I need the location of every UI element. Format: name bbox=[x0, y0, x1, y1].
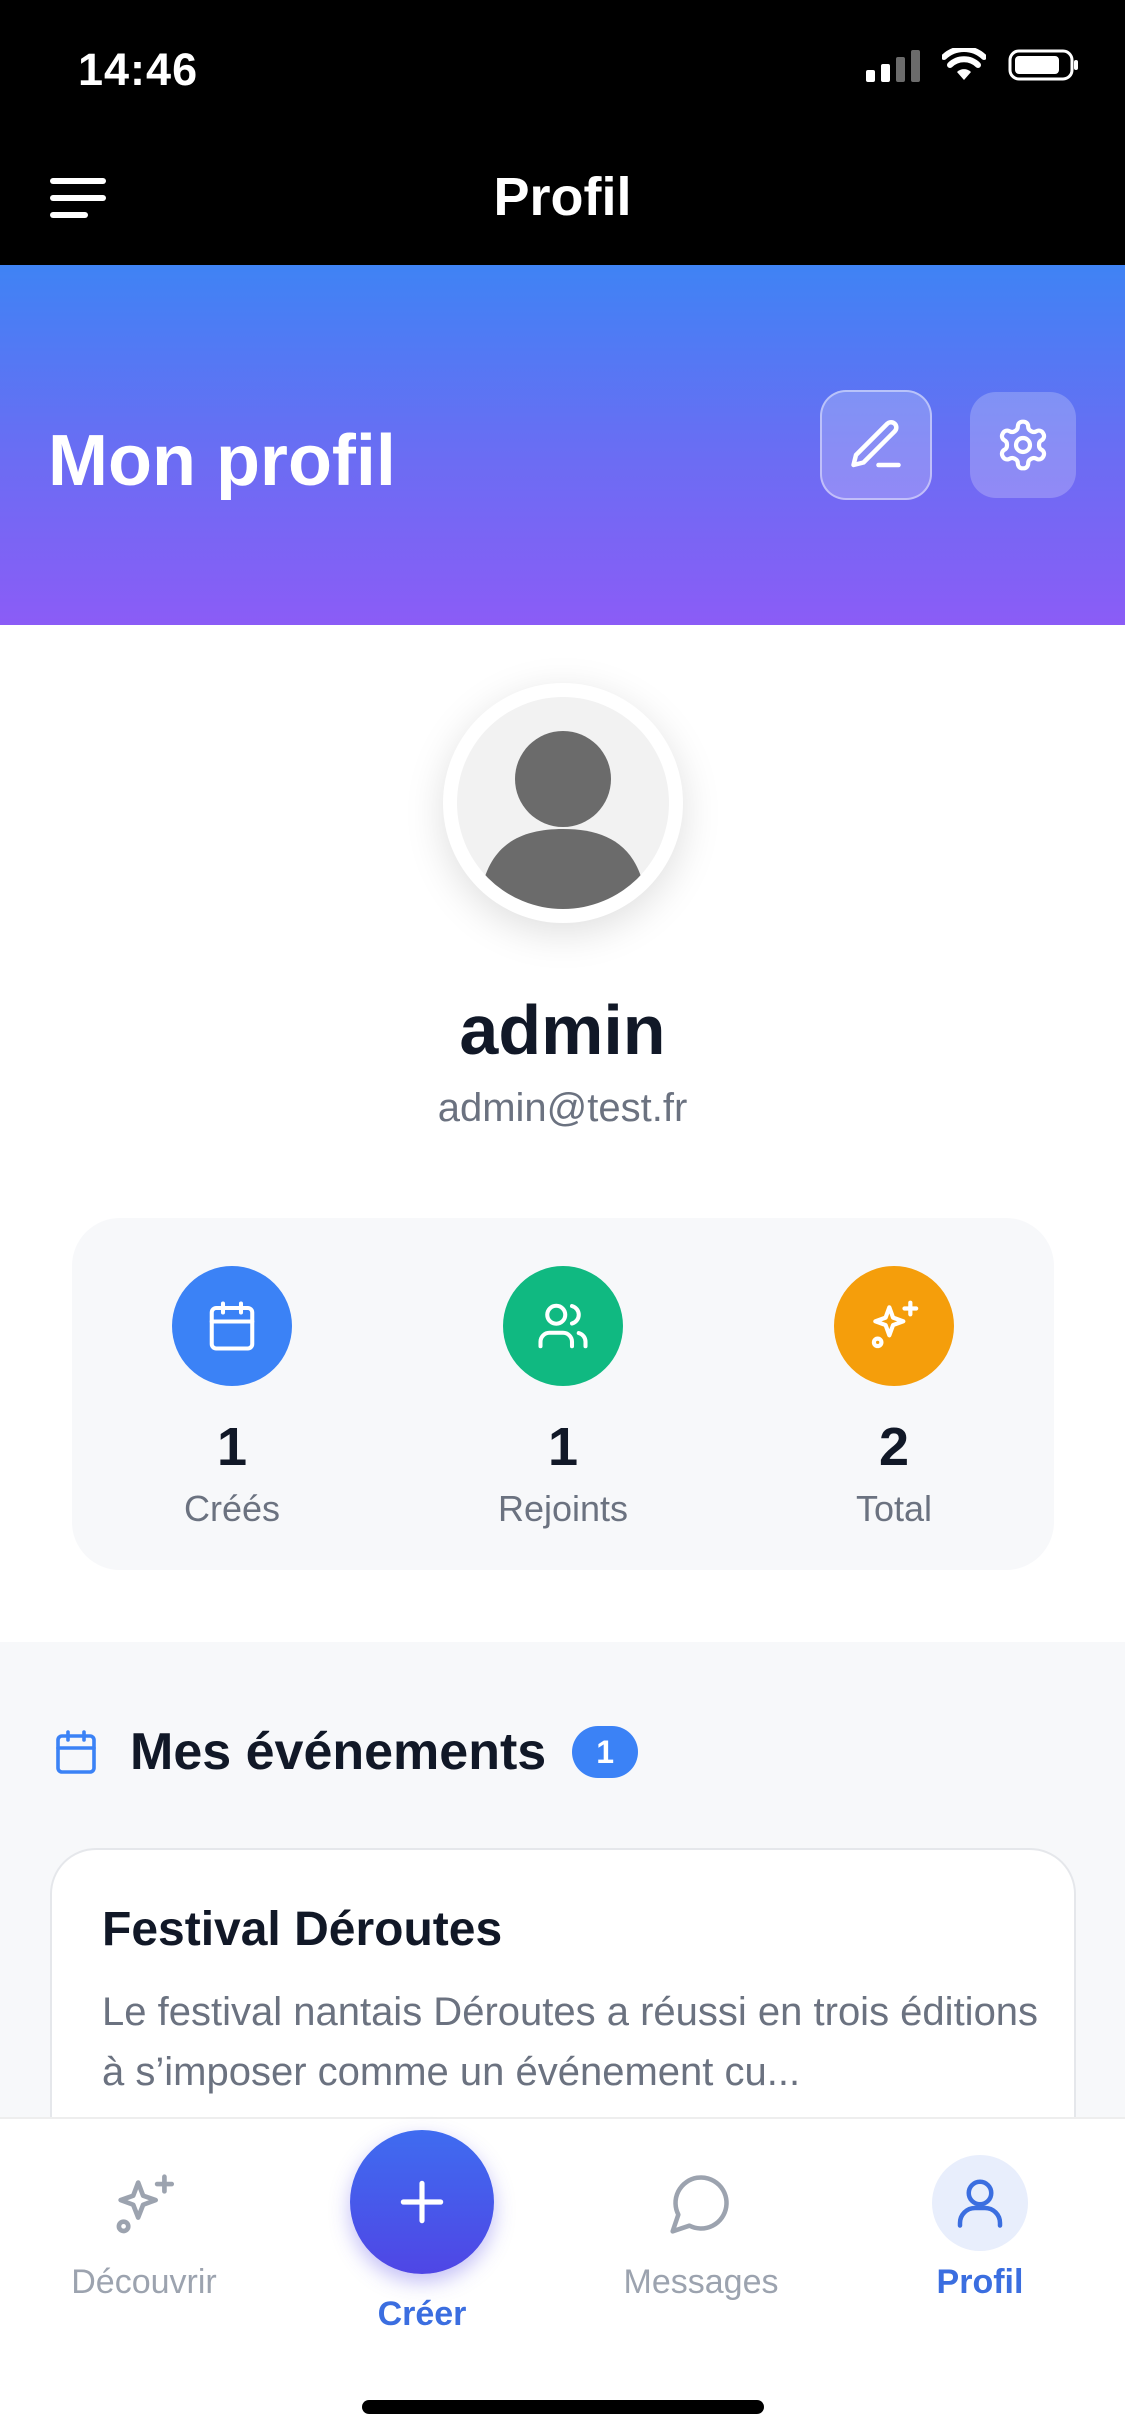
stat-circle bbox=[172, 1266, 292, 1386]
stat-total[interactable]: 2 Total bbox=[784, 1266, 1004, 1530]
tab-discover[interactable]: Découvrir bbox=[34, 2155, 254, 2302]
wifi-icon bbox=[942, 48, 986, 80]
plus-icon bbox=[400, 2180, 444, 2224]
calendar-icon bbox=[209, 1301, 255, 1351]
create-label[interactable]: Créer bbox=[312, 2295, 532, 2334]
profile-header: Mon profil bbox=[0, 265, 1125, 625]
users-icon bbox=[538, 1303, 588, 1349]
user-email: admin@test.fr bbox=[437, 1086, 688, 1130]
battery-icon bbox=[1008, 49, 1078, 81]
user-name: admin bbox=[459, 991, 666, 1069]
sparkles-icon bbox=[871, 1300, 919, 1349]
events-header: Mes événements 1 bbox=[52, 1722, 639, 1782]
create-button[interactable] bbox=[350, 2130, 494, 2274]
calendar-icon bbox=[56, 1730, 96, 1774]
tab-label: Profil bbox=[936, 2263, 1024, 2301]
events-title: Mes événements bbox=[130, 1723, 547, 1781]
user-placeholder-icon bbox=[479, 731, 647, 909]
settings-button[interactable] bbox=[970, 392, 1076, 498]
events-count-badge: 1 bbox=[572, 1726, 639, 1778]
tab-profile[interactable]: Profil bbox=[870, 2155, 1090, 2302]
page-title: Mon profil bbox=[48, 421, 396, 501]
stat-value: 1 bbox=[547, 1417, 579, 1477]
stat-label: Total bbox=[855, 1488, 933, 1529]
status-time: 14:46 bbox=[78, 44, 199, 95]
stats-card: 1 Créés 1 Rejoints 2 Total bbox=[72, 1218, 1054, 1570]
tab-messages[interactable]: Messages bbox=[591, 2155, 811, 2302]
pencil-icon bbox=[851, 419, 901, 468]
tab-label: Messages bbox=[623, 2263, 779, 2301]
message-bubble-icon bbox=[670, 2175, 729, 2234]
stat-circle bbox=[503, 1266, 623, 1386]
status-icons bbox=[866, 48, 1080, 82]
tab-label: Découvrir bbox=[71, 2263, 217, 2301]
home-indicator[interactable] bbox=[362, 2400, 764, 2414]
event-title: Festival Déroutes bbox=[102, 1903, 503, 1956]
nav-title: Profil bbox=[493, 167, 632, 227]
gear-icon bbox=[999, 419, 1047, 471]
edit-profile-button[interactable] bbox=[820, 390, 932, 500]
stat-circle bbox=[834, 1266, 954, 1386]
events-section: Mes événements 1 Festival Déroutes Le fe… bbox=[0, 1642, 1125, 2168]
top-bar: 14:46 Profil bbox=[0, 0, 1125, 265]
event-description: Le festival nantais Déroutes a réussi en… bbox=[102, 1990, 1039, 2094]
stat-label: Créés bbox=[183, 1488, 281, 1529]
sparkles-icon bbox=[116, 2174, 175, 2234]
cellular-signal-icon bbox=[866, 48, 920, 82]
tab-bar: Découvrir Créer Messages Profil bbox=[0, 2117, 1125, 2436]
stat-value: 2 bbox=[878, 1417, 910, 1477]
stat-label: Rejoints bbox=[497, 1488, 629, 1529]
stat-created[interactable]: 1 Créés bbox=[122, 1266, 342, 1530]
avatar[interactable] bbox=[443, 683, 683, 923]
stat-value: 1 bbox=[216, 1417, 248, 1477]
user-icon bbox=[957, 2179, 1003, 2228]
stat-joined[interactable]: 1 Rejoints bbox=[453, 1266, 673, 1530]
